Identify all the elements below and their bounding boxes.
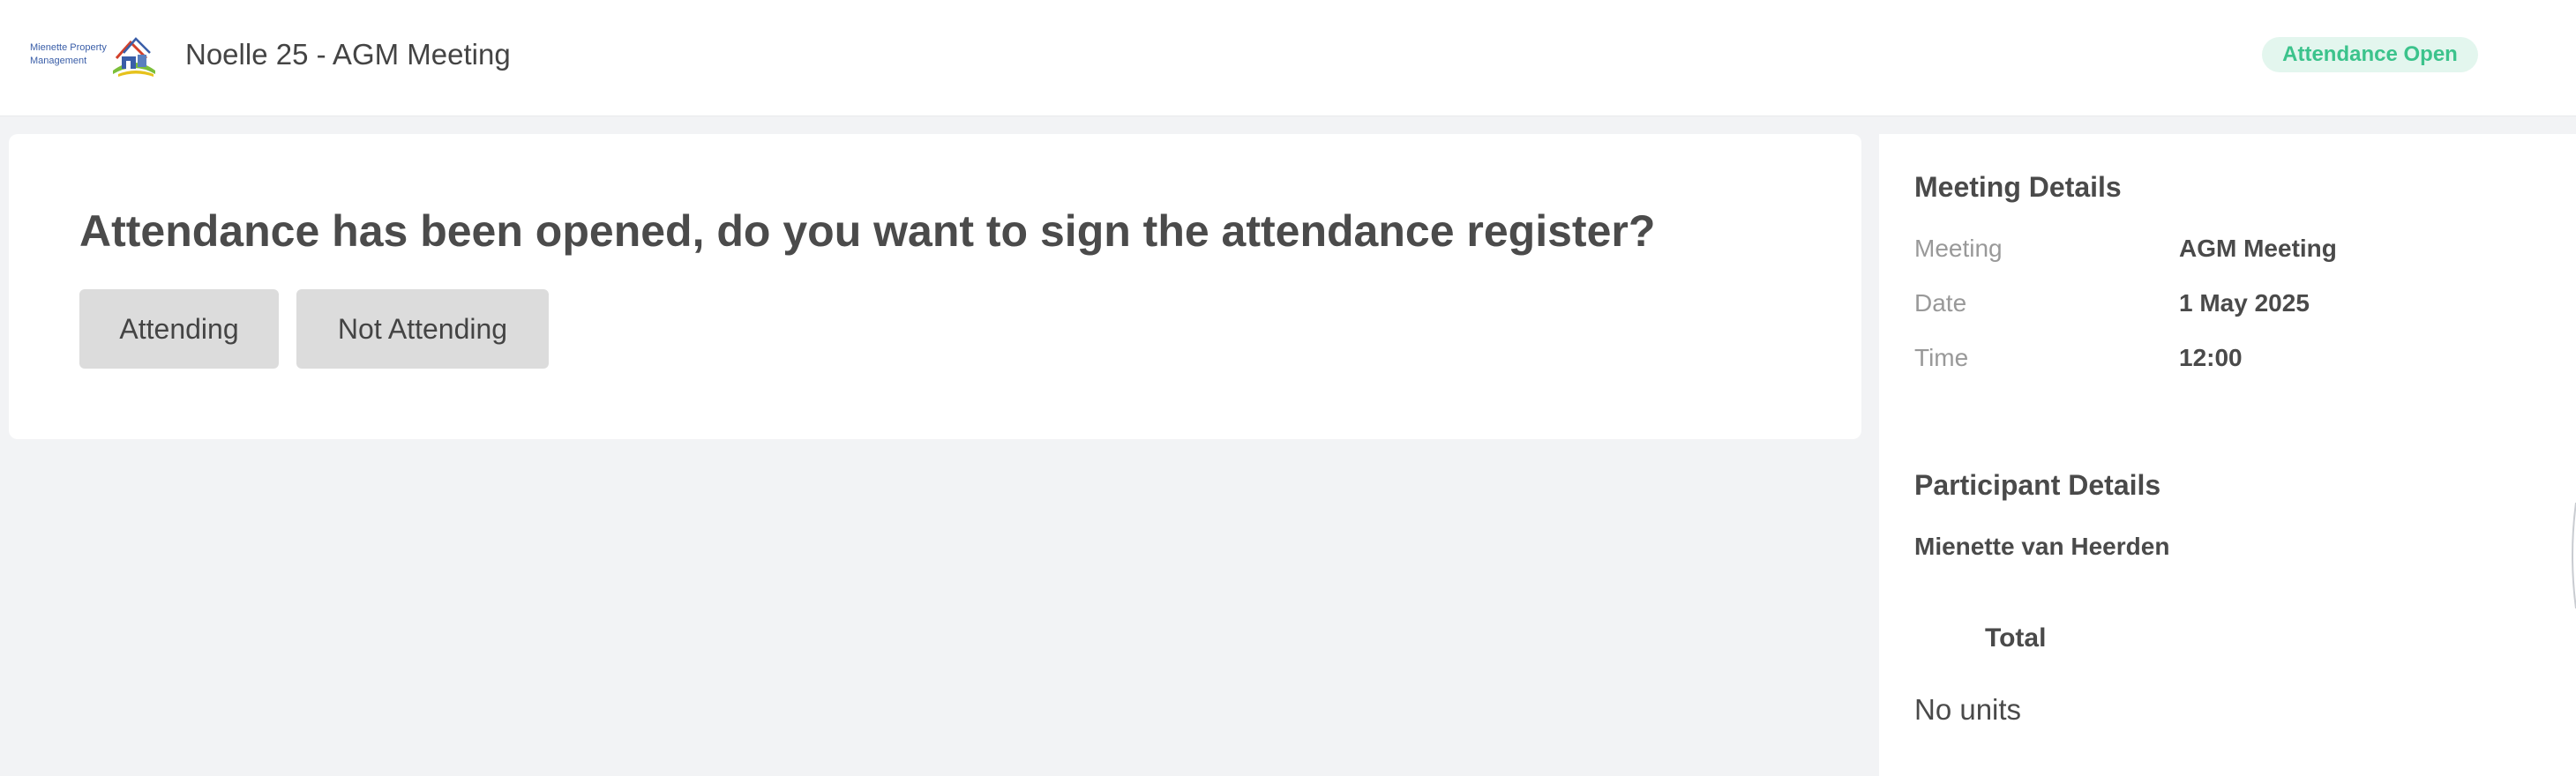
- logo-text: Mienette Property Management: [30, 41, 107, 68]
- attending-button[interactable]: Attending: [79, 289, 279, 369]
- meeting-label: Meeting: [1914, 235, 2003, 262]
- attendance-prompt-card: Attendance has been opened, do you want …: [9, 134, 1861, 439]
- meeting-details-heading: Meeting Details: [1914, 171, 2122, 203]
- scroll-edge-indicator: [2572, 503, 2576, 608]
- units-text: No units: [1914, 693, 2022, 726]
- logo-text-line1: Mienette Property: [30, 42, 107, 53]
- company-logo[interactable]: Mienette Property Management: [30, 35, 159, 79]
- date-value: 1 May 2025: [2179, 289, 2310, 317]
- meeting-value: AGM Meeting: [2179, 235, 2337, 262]
- status-badge: Attendance Open: [2262, 37, 2478, 72]
- logo-text-line2: Management: [30, 56, 87, 66]
- house-logo-icon: [113, 37, 155, 77]
- details-panel: Meeting Details Meeting AGM Meeting Date…: [1879, 134, 2576, 776]
- total-label: Total: [1985, 623, 2047, 653]
- time-label: Time: [1914, 344, 1969, 371]
- top-header: Mienette Property Management Noelle 25 -…: [0, 0, 2576, 116]
- date-label: Date: [1914, 289, 1967, 317]
- not-attending-button[interactable]: Not Attending: [296, 289, 549, 369]
- page-title: Noelle 25 - AGM Meeting: [185, 38, 511, 71]
- participant-name: Mienette van Heerden: [1914, 533, 2170, 560]
- time-value: 12:00: [2179, 344, 2243, 371]
- attendance-question: Attendance has been opened, do you want …: [79, 206, 1656, 256]
- participant-details-heading: Participant Details: [1914, 469, 2161, 501]
